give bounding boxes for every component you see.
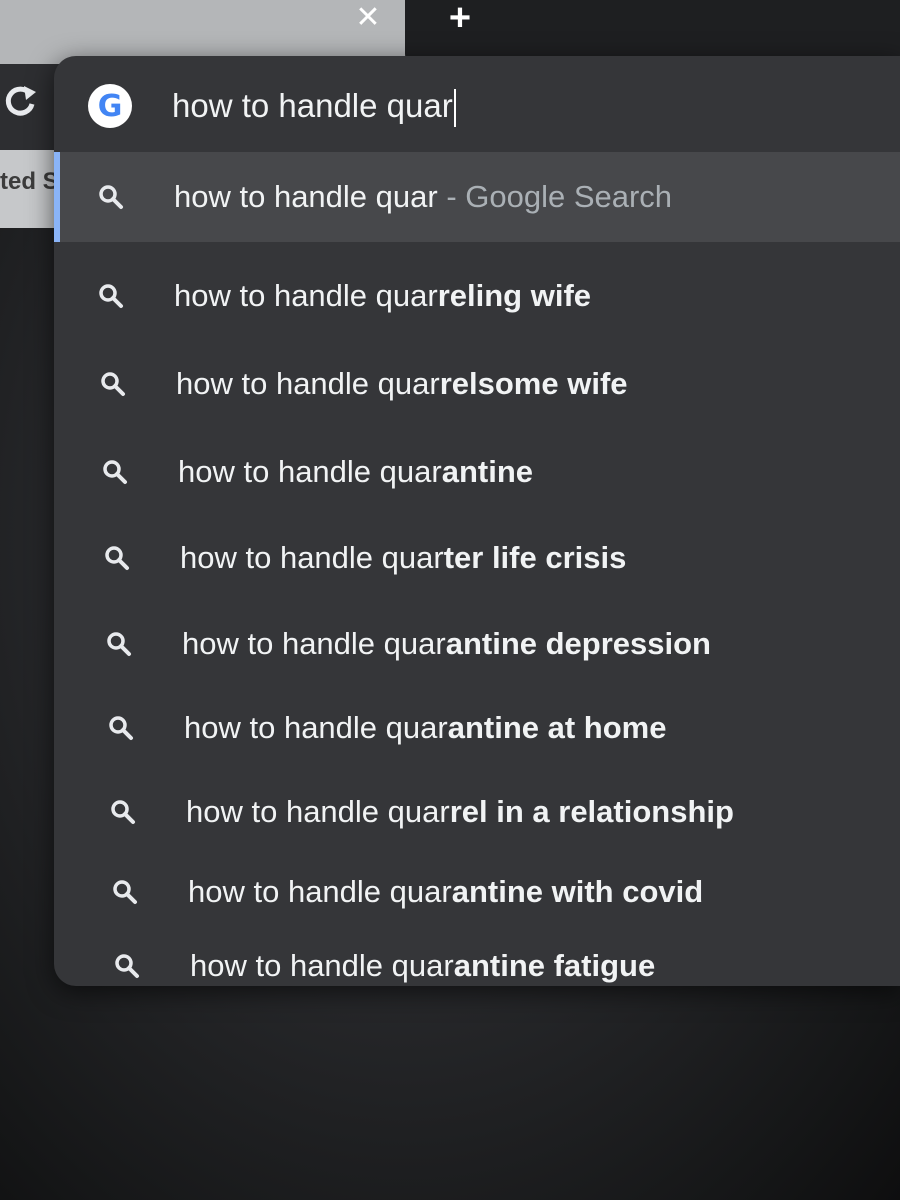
- suggestion-row[interactable]: how to handle quarrelsome wife: [54, 344, 900, 424]
- suggestion-prefix: how to handle quar: [184, 710, 448, 745]
- google-g-icon: G: [88, 84, 132, 128]
- suggestion-completion: reling wife: [437, 278, 592, 313]
- suggestion-row[interactable]: how to handle quarantine fatigue: [54, 926, 900, 1006]
- query-text: how to handle quar: [172, 87, 453, 124]
- search-icon: [113, 880, 137, 904]
- suggestion-text: how to handle quarter life crisis: [180, 540, 626, 576]
- suggestion-row[interactable]: how to handle quarantine depression: [54, 604, 900, 684]
- suggestion-completion: antine fatigue: [453, 948, 656, 983]
- suggestion-row[interactable]: how to handle quarantine: [54, 432, 900, 512]
- address-bar-input[interactable]: how to handle quar: [172, 84, 456, 128]
- suggestion-row[interactable]: how to handle quarrel in a relationship: [54, 772, 900, 852]
- suggestion-text: how to handle quarantine: [178, 454, 533, 490]
- suggestion-completion: rel in a relationship: [449, 794, 734, 829]
- suggestion-prefix: how to handle quar: [174, 278, 438, 313]
- suggestion-completion: ter life crisis: [443, 540, 627, 575]
- suggestion-prefix: how to handle quar: [182, 626, 446, 661]
- search-icon: [103, 460, 127, 484]
- suggestion-row[interactable]: how to handle quarter life crisis: [54, 518, 900, 598]
- search-icon: [99, 284, 123, 308]
- suggestion-completion: antine with covid: [451, 874, 704, 909]
- new-tab-button[interactable]: +: [440, 0, 480, 39]
- suggestion-text: how to handle quar - Google Search: [174, 179, 672, 215]
- reload-icon[interactable]: [0, 80, 40, 124]
- suggestion-completion: relsome wife: [439, 366, 628, 401]
- close-tab-icon[interactable]: ✕: [352, 0, 384, 34]
- search-icon: [99, 185, 123, 209]
- suggestion-suffix: - Google Search: [437, 179, 673, 214]
- suggestion-text: how to handle quarantine fatigue: [190, 948, 655, 984]
- suggestion-row[interactable]: how to handle quar - Google Search: [54, 152, 900, 242]
- suggestion-completion: antine: [441, 454, 533, 489]
- search-icon: [109, 716, 133, 740]
- suggestion-completion: antine at home: [447, 710, 667, 745]
- suggestion-prefix: how to handle quar: [186, 794, 450, 829]
- text-caret: [453, 89, 456, 128]
- suggestion-prefix: how to handle quar: [178, 454, 442, 489]
- bookmark-item[interactable]: ted S: [0, 168, 60, 196]
- suggestion-row[interactable]: how to handle quarantine with covid: [54, 852, 900, 932]
- suggestion-text: how to handle quarrelsome wife: [176, 366, 628, 402]
- suggestion-text: how to handle quarreling wife: [174, 278, 591, 314]
- search-icon: [101, 372, 125, 396]
- suggestion-row[interactable]: how to handle quarantine at home: [54, 688, 900, 768]
- suggestion-text: how to handle quarrel in a relationship: [186, 794, 734, 830]
- suggestion-text: how to handle quarantine at home: [184, 710, 666, 746]
- search-icon: [111, 800, 135, 824]
- search-icon: [107, 632, 131, 656]
- selection-indicator: [54, 152, 60, 242]
- suggestion-prefix: how to handle quar: [188, 874, 452, 909]
- suggestion-prefix: how to handle quar: [174, 179, 438, 214]
- suggestion-prefix: how to handle quar: [176, 366, 440, 401]
- suggestion-prefix: how to handle quar: [180, 540, 444, 575]
- suggestion-text: how to handle quarantine with covid: [188, 874, 703, 910]
- suggestion-row[interactable]: how to handle quarreling wife: [54, 256, 900, 336]
- search-icon: [115, 954, 139, 978]
- search-icon: [105, 546, 129, 570]
- suggestion-completion: antine depression: [445, 626, 711, 661]
- suggestion-text: how to handle quarantine depression: [182, 626, 711, 662]
- suggestion-prefix: how to handle quar: [190, 948, 454, 983]
